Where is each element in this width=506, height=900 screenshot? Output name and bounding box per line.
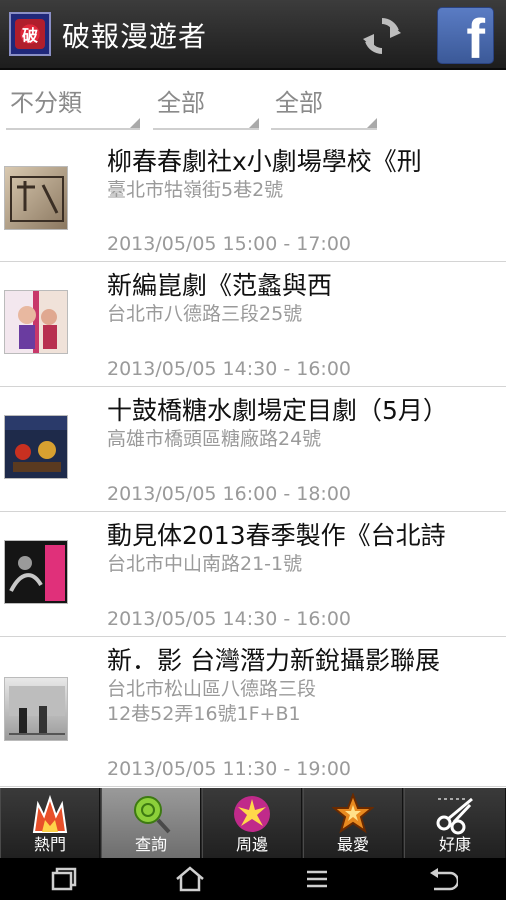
event-address: 臺北市牯嶺街5巷2號	[107, 179, 284, 201]
date-filter[interactable]: 全部	[271, 86, 377, 130]
event-title: 新．影 台灣潛力新銳攝影聯展	[107, 646, 440, 675]
tab-label: 周邊	[235, 835, 268, 854]
event-time: 2013/05/05 14:30 - 16:00	[107, 608, 351, 630]
event-time: 2013/05/05 16:00 - 18:00	[107, 483, 351, 505]
tab-coupon[interactable]: 好康	[404, 788, 506, 858]
event-title: 動見体2013春季製作《台北詩	[107, 521, 446, 550]
event-thumbnail	[4, 677, 68, 741]
app-logo-mark: 破	[15, 19, 45, 49]
search-icon	[130, 793, 172, 835]
list-item[interactable]: 新．影 台灣潛力新銳攝影聯展 台北市松山區八德路三段12巷52弄16號1F+B1…	[0, 637, 506, 787]
event-title: 十鼓橋糖水劇場定目劇（5月）	[107, 396, 448, 425]
event-address: 台北市松山區八德路三段12巷52弄16號1F+B1	[107, 678, 317, 725]
event-thumbnail	[4, 415, 68, 479]
refresh-button[interactable]	[358, 12, 406, 60]
nearby-icon	[231, 793, 273, 835]
back-button[interactable]	[423, 864, 463, 894]
list-item[interactable]: 動見体2013春季製作《台北詩 台北市中山南路21-1號 2013/05/05 …	[0, 512, 506, 637]
region-filter[interactable]: 全部	[153, 86, 259, 130]
event-thumbnail	[4, 290, 68, 354]
recent-apps-icon	[51, 867, 77, 891]
event-thumbnail	[4, 540, 68, 604]
event-time: 2013/05/05 14:30 - 16:00	[107, 358, 351, 380]
bottom-tab-bar: 熱門 查詢 周邊 最愛 好康	[0, 788, 506, 858]
list-item[interactable]: 柳春春劇社x小劇場學校《刑 臺北市牯嶺街5巷2號 2013/05/05 15:0…	[0, 138, 506, 262]
region-filter-label: 全部	[157, 89, 205, 117]
event-title: 新編崑劇《范蠡與西	[107, 271, 333, 300]
event-title: 柳春春劇社x小劇場學校《刑	[107, 147, 422, 176]
event-thumbnail	[4, 166, 68, 230]
hot-icon	[29, 793, 71, 835]
category-filter[interactable]: 不分類	[6, 86, 140, 130]
filter-bar: 不分類 全部 全部	[0, 72, 506, 138]
event-address: 台北市中山南路21-1號	[107, 553, 303, 575]
home-icon	[176, 866, 204, 892]
favorite-icon	[332, 793, 374, 835]
tab-favorite[interactable]: 最愛	[303, 788, 403, 858]
dropdown-corner-icon	[367, 118, 377, 128]
event-time: 2013/05/05 15:00 - 17:00	[107, 233, 351, 255]
facebook-icon: f	[466, 7, 485, 64]
system-nav-bar	[0, 858, 506, 900]
facebook-button[interactable]: f	[437, 7, 494, 64]
tab-label: 最愛	[336, 835, 369, 854]
menu-button[interactable]	[297, 864, 337, 894]
app-logo: 破	[9, 12, 51, 56]
dropdown-corner-icon	[249, 118, 259, 128]
event-list[interactable]: 柳春春劇社x小劇場學校《刑 臺北市牯嶺街5巷2號 2013/05/05 15:0…	[0, 138, 506, 788]
category-filter-label: 不分類	[10, 89, 82, 117]
recent-apps-button[interactable]	[44, 864, 84, 894]
event-address: 台北市八德路三段25號	[107, 303, 303, 325]
tab-hot[interactable]: 熱門	[0, 788, 100, 858]
tab-label: 查詢	[134, 835, 167, 854]
tab-label: 好康	[438, 835, 471, 854]
home-button[interactable]	[170, 864, 210, 894]
dropdown-corner-icon	[130, 118, 140, 128]
date-filter-label: 全部	[275, 89, 323, 117]
tab-nearby[interactable]: 周邊	[202, 788, 302, 858]
tab-search[interactable]: 查詢	[101, 788, 201, 858]
tab-label: 熱門	[33, 835, 66, 854]
app-title: 破報漫遊者	[62, 20, 208, 53]
list-item[interactable]: 十鼓橋糖水劇場定目劇（5月） 高雄市橋頭區糖廠路24號 2013/05/05 1…	[0, 387, 506, 512]
list-item[interactable]: 新編崑劇《范蠡與西 台北市八德路三段25號 2013/05/05 14:30 -…	[0, 262, 506, 387]
action-bar: 破 破報漫遊者 f	[0, 0, 506, 70]
event-address: 高雄市橋頭區糖廠路24號	[107, 428, 322, 450]
event-time: 2013/05/05 11:30 - 19:00	[107, 758, 351, 780]
menu-icon	[307, 870, 327, 888]
back-icon	[430, 868, 458, 891]
refresh-icon	[363, 18, 401, 54]
coupon-icon	[434, 793, 476, 835]
